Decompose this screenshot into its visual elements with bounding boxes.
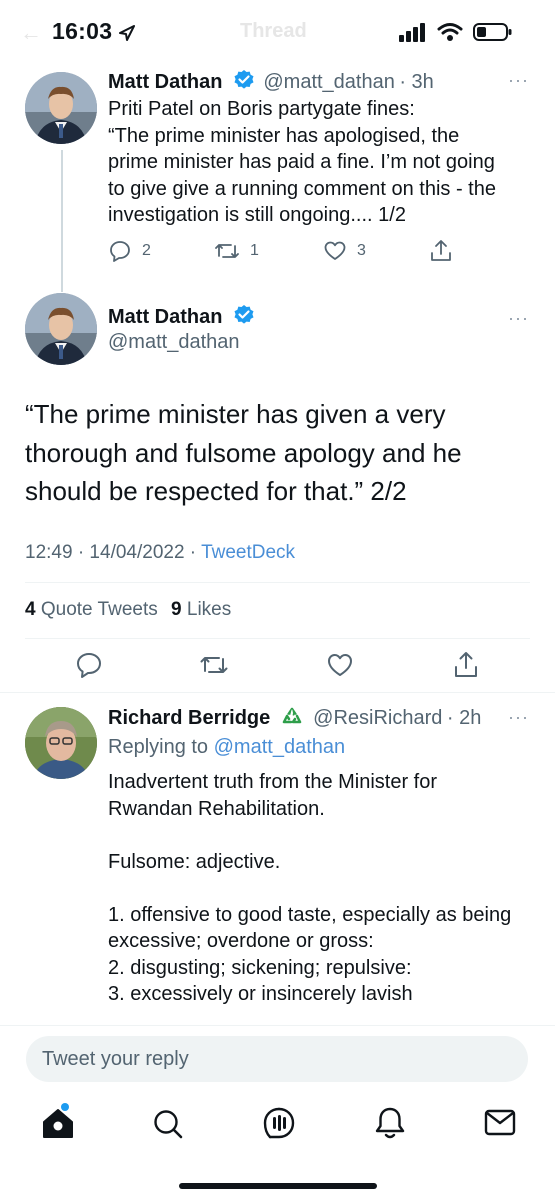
tweet1-age: · 3h	[399, 71, 434, 93]
tweet1-author-name[interactable]: Matt Dathan	[108, 71, 222, 93]
tweet1-like-count: 3	[357, 242, 366, 259]
notifications-icon[interactable]	[374, 1106, 406, 1140]
main-tweet-handle[interactable]: @matt_dathan	[108, 331, 240, 354]
main-tweet-body: “The prime minister has given a very tho…	[25, 395, 535, 511]
more-options-icon[interactable]: ···	[508, 308, 529, 329]
messages-icon[interactable]	[484, 1108, 516, 1138]
tweet1-reply-button[interactable]: 2	[108, 239, 151, 263]
divider	[0, 692, 555, 693]
avatar[interactable]	[25, 72, 97, 144]
reply-author-name[interactable]: Richard Berridge	[108, 707, 270, 729]
retweet-icon[interactable]	[199, 651, 229, 679]
divider	[0, 1025, 555, 1026]
tweet-timestamp: 12:49 · 14/04/2022 ·	[25, 542, 197, 563]
location-arrow-icon	[119, 25, 135, 41]
spaces-icon[interactable]	[262, 1106, 296, 1140]
search-icon[interactable]	[152, 1108, 184, 1140]
replying-to: Replying to @matt_dathan	[108, 736, 345, 759]
reply-header: Richard Berridge @ResiRichard · 2h	[108, 706, 481, 730]
heart-icon[interactable]	[326, 651, 354, 679]
back-arrow-icon[interactable]: ←	[20, 20, 42, 46]
share-icon[interactable]	[428, 238, 454, 264]
avatar[interactable]	[25, 293, 97, 365]
tweet1-retweet-button[interactable]: 1	[214, 239, 259, 263]
tweet1-like-button[interactable]: 3	[323, 239, 366, 263]
avatar-portrait-image	[25, 72, 97, 144]
battery-icon	[473, 23, 512, 41]
tweet1-reply-count: 2	[142, 242, 151, 259]
divider	[25, 638, 530, 639]
tweet1-handle[interactable]: @matt_dathan	[263, 71, 395, 93]
tweet1-line: investigation is still ongoing.... 1/2	[108, 204, 406, 226]
home-icon[interactable]	[41, 1103, 75, 1141]
verified-badge-icon	[234, 305, 254, 324]
quote-tweets-count: 4	[25, 599, 36, 620]
replying-to-mention[interactable]: @matt_dathan	[214, 736, 346, 758]
main-tweet-author-name[interactable]: Matt Dathan	[108, 306, 222, 328]
tweet1-line: to give give a running comment on this -…	[108, 177, 496, 200]
likes-link[interactable]: 9 Likes	[171, 599, 231, 620]
reply-input[interactable]: Tweet your reply	[26, 1036, 528, 1082]
tweet1-line: “The prime minister has apologised, the	[108, 124, 460, 147]
home-indicator	[179, 1183, 377, 1189]
reply-line: 3. excessively or insincerely lavish	[108, 983, 413, 1005]
tweet-meta: 12:49 · 14/04/2022 · TweetDeck	[25, 542, 295, 564]
likes-label: Likes	[186, 599, 232, 620]
reply-line: Rwandan Rehabilitation.	[108, 797, 325, 820]
more-options-icon[interactable]: ···	[508, 70, 529, 91]
reply-line	[108, 822, 548, 849]
status-time: 16:03	[52, 18, 113, 44]
quote-tweets-link[interactable]: 4 Quote Tweets	[25, 599, 163, 620]
main-tweet-author: Matt Dathan	[108, 304, 255, 329]
replying-to-label: Replying to	[108, 736, 209, 758]
reply-line: 1. offensive to good taste, especially a…	[108, 903, 512, 926]
status-icons	[399, 22, 513, 42]
tweet1-body: Priti Patel on Boris partygate fines: “T…	[108, 96, 538, 229]
more-options-icon[interactable]: ···	[508, 707, 529, 728]
tweet1-line: Priti Patel on Boris partygate fines:	[108, 98, 415, 120]
tweet1-line: prime minister has paid a fine. I’m not …	[108, 151, 495, 173]
thread-connector-line	[61, 150, 63, 292]
reply-handle[interactable]: @ResiRichard	[313, 707, 442, 729]
reply-input-placeholder: Tweet your reply	[42, 1048, 189, 1070]
reply-body: Inadvertent truth from the Minister for …	[108, 769, 548, 1008]
recycle-emoji-icon	[282, 707, 301, 724]
verified-badge-icon	[234, 70, 254, 89]
reply-icon	[110, 241, 130, 262]
engagement-stats: 4 Quote Tweets 9 Likes	[25, 599, 231, 621]
reply-line	[108, 875, 548, 902]
avatar[interactable]	[25, 707, 97, 779]
share-icon[interactable]	[452, 650, 480, 680]
thread-header-title: Thread	[240, 20, 307, 42]
reply-age: · 2h	[446, 707, 482, 729]
tweet1-retweet-count: 1	[250, 242, 259, 259]
divider	[25, 582, 530, 583]
reply-line: excessive; overdone or gross:	[108, 930, 374, 952]
avatar-portrait-image	[25, 293, 97, 365]
main-tweet-line: “The prime minister has given a very	[25, 399, 446, 429]
likes-count: 9	[171, 599, 182, 620]
tweet1-header: Matt Dathan @matt_dathan · 3h	[108, 69, 434, 94]
retweet-icon	[215, 244, 239, 258]
heart-icon	[324, 241, 346, 260]
main-tweet-line: thorough and fulsome apology and he	[25, 437, 462, 468]
quote-tweets-label: Quote Tweets	[40, 599, 158, 620]
signal-icon	[399, 23, 425, 42]
reply-line: Inadvertent truth from the Minister for	[108, 771, 438, 793]
reply-icon[interactable]	[75, 651, 103, 679]
reply-line: 2. disgusting; sickening; repulsive:	[108, 956, 412, 979]
reply-line: Fulsome: adjective.	[108, 850, 281, 873]
wifi-icon	[437, 23, 463, 41]
main-tweet-line: should be respected for that.” 2/2	[25, 476, 407, 506]
avatar-portrait-image	[25, 707, 97, 779]
tweet-source-link[interactable]: TweetDeck	[201, 542, 295, 563]
